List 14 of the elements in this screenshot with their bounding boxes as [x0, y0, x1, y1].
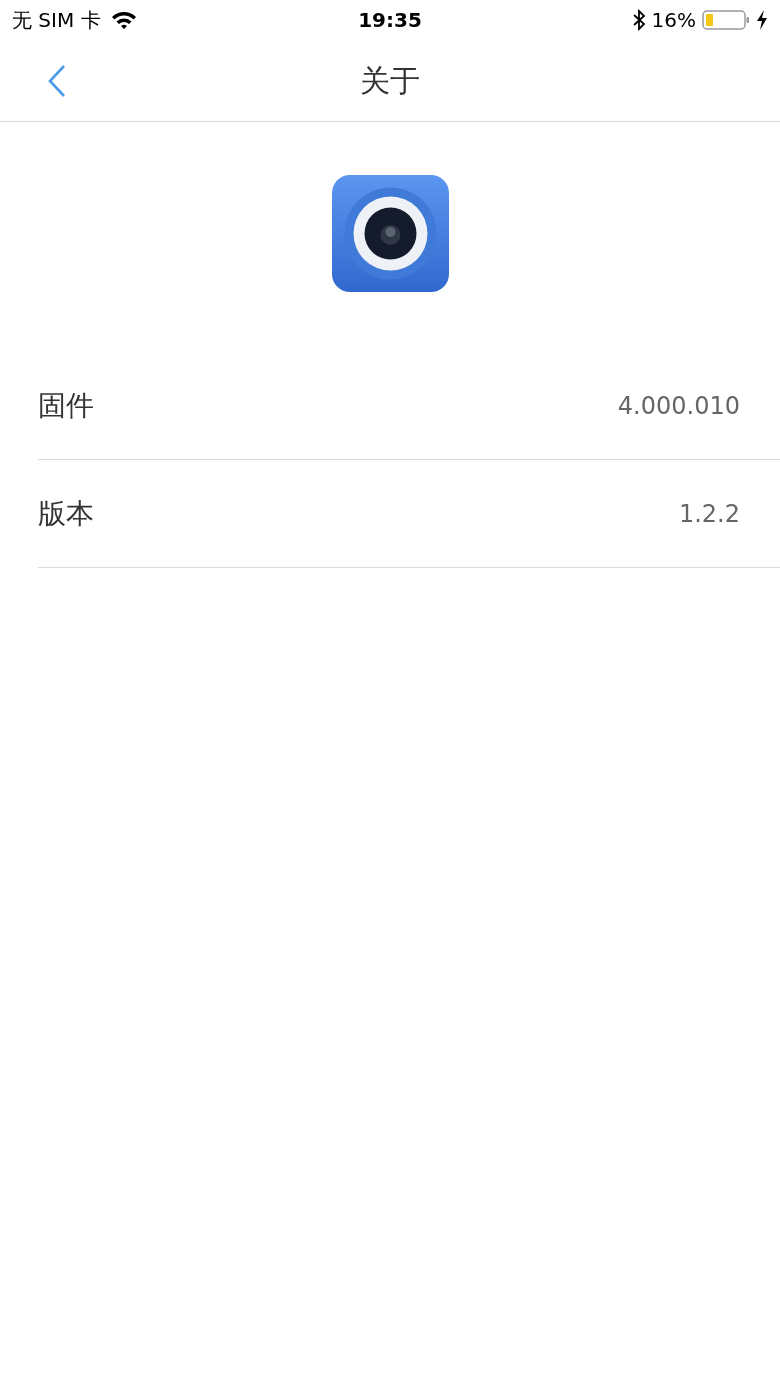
clock-text: 19:35	[358, 7, 422, 34]
wifi-icon	[110, 10, 137, 30]
bluetooth-icon	[631, 9, 646, 31]
back-chevron-icon	[47, 64, 67, 98]
row-value: 4.000.010	[617, 390, 740, 422]
charging-bolt-icon	[756, 10, 768, 30]
page-title: 关于	[360, 62, 420, 100]
carrier-text: 无 SIM 卡	[12, 7, 101, 34]
row-label: 版本	[38, 495, 94, 532]
battery-percent-text: 16%	[651, 7, 696, 34]
row-value: 1.2.2	[678, 498, 740, 530]
row-label: 固件	[38, 387, 94, 424]
battery-icon	[702, 9, 750, 31]
app-logo-icon	[331, 175, 449, 292]
